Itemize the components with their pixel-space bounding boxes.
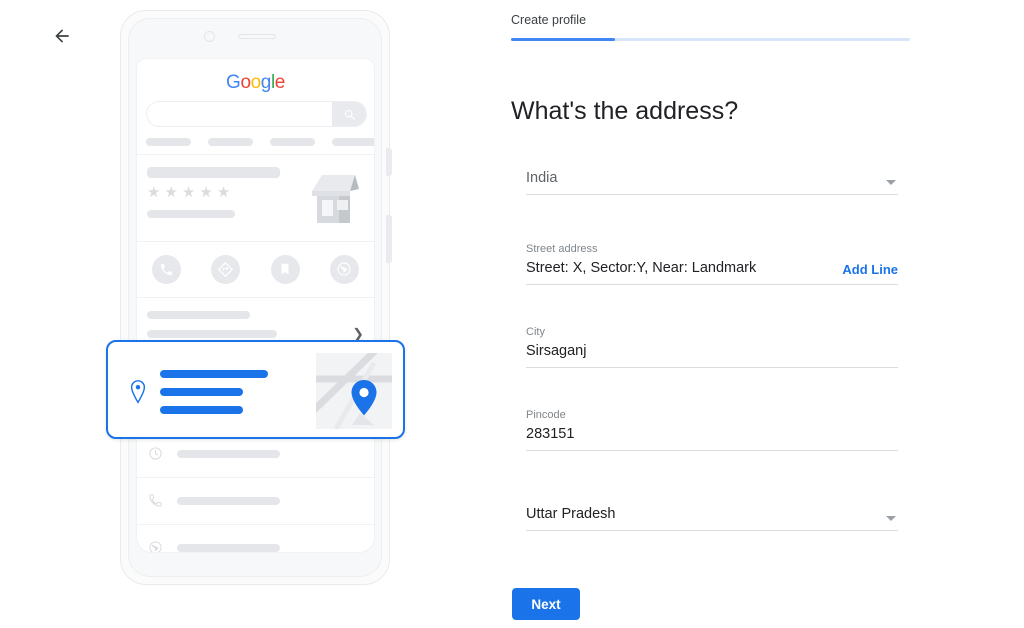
- website-action-button[interactable]: [329, 254, 359, 284]
- star-icon: ★: [181, 184, 196, 201]
- star-icon: ★: [199, 184, 213, 201]
- phone-side-button-volume: [386, 148, 392, 176]
- city-field[interactable]: City Sirsaganj: [526, 326, 898, 368]
- detail-line-placeholder: [147, 330, 277, 338]
- filter-chips: [146, 138, 374, 146]
- search-icon: [344, 109, 355, 120]
- website-icon: [337, 262, 351, 276]
- next-button[interactable]: Next: [512, 588, 580, 620]
- highlighted-address-card[interactable]: [106, 340, 405, 439]
- phone-screen: Google ★ ★ ★ ★ ★ ❯: [136, 58, 375, 553]
- directions-icon: [218, 261, 234, 277]
- star-icon: ★: [147, 184, 161, 201]
- rating-stars: ★ ★ ★ ★ ★: [147, 185, 230, 200]
- filter-chip[interactable]: [146, 138, 191, 146]
- logo-letter-o1: o: [240, 72, 251, 93]
- field-underline: [526, 367, 898, 368]
- location-pin-icon: [128, 380, 148, 409]
- pincode-field[interactable]: Pincode 283151: [526, 409, 898, 451]
- pincode-value[interactable]: 283151: [526, 426, 898, 450]
- phone-placeholder: [177, 497, 280, 505]
- address-line-bar: [160, 370, 268, 378]
- clock-icon: [148, 446, 163, 466]
- page-title: What's the address?: [511, 96, 739, 125]
- filter-chip[interactable]: [208, 138, 253, 146]
- business-name-placeholder: [147, 167, 280, 178]
- field-underline: [526, 284, 898, 285]
- storefront-illustration: [307, 167, 362, 230]
- add-line-button[interactable]: Add Line: [842, 262, 898, 277]
- progress-bar: [511, 38, 910, 41]
- phone-speaker: [238, 34, 276, 39]
- phone-row[interactable]: [137, 478, 374, 524]
- business-listing-card: ★ ★ ★ ★ ★: [137, 155, 374, 241]
- filter-chip[interactable]: [332, 138, 374, 146]
- phone-camera: [204, 31, 215, 42]
- address-card-lines: [160, 370, 268, 424]
- logo-letter-g1: G: [226, 72, 241, 93]
- star-icon: ★: [216, 184, 231, 201]
- save-action-button[interactable]: [270, 254, 300, 284]
- call-icon: [161, 263, 173, 275]
- address-line-bar: [160, 406, 243, 414]
- tab-create-profile[interactable]: Create profile: [511, 13, 586, 27]
- website-row[interactable]: [137, 525, 374, 552]
- listing-action-row: [137, 241, 374, 297]
- phone-illustration: Google ★ ★ ★ ★ ★ ❯: [0, 0, 500, 628]
- call-action-button[interactable]: [152, 254, 182, 284]
- create-profile-form: Create profile What's the address? India…: [500, 0, 1024, 628]
- city-value[interactable]: Sirsaganj: [526, 343, 898, 367]
- country-field[interactable]: India: [526, 170, 898, 195]
- pincode-label: Pincode: [526, 409, 566, 421]
- city-label: City: [526, 326, 545, 338]
- business-category-placeholder: [147, 210, 235, 218]
- address-line-bar: [160, 388, 243, 396]
- logo-letter-e: e: [274, 72, 286, 93]
- phone-icon: [148, 493, 163, 513]
- state-value[interactable]: Uttar Pradesh: [526, 506, 898, 530]
- country-value[interactable]: India: [526, 170, 898, 194]
- filter-chip[interactable]: [270, 138, 315, 146]
- field-underline: [526, 450, 898, 451]
- directions-action-button[interactable]: [211, 254, 241, 284]
- star-icon: ★: [164, 184, 178, 201]
- field-underline: [526, 194, 898, 195]
- street-address-field[interactable]: Street address Street: X, Sector:Y, Near…: [526, 243, 898, 285]
- search-bar[interactable]: [146, 101, 367, 127]
- bookmark-icon: [281, 263, 289, 275]
- state-field[interactable]: Uttar Pradesh: [526, 506, 898, 531]
- phone-side-button-power: [386, 215, 392, 263]
- chevron-down-icon[interactable]: [886, 180, 896, 185]
- google-logo: Google: [137, 72, 374, 94]
- search-button[interactable]: [332, 102, 366, 126]
- globe-icon: [148, 540, 163, 552]
- map-thumbnail[interactable]: [316, 353, 392, 429]
- chevron-down-icon[interactable]: [886, 516, 896, 521]
- logo-letter-o2: o: [250, 72, 262, 93]
- street-address-label: Street address: [526, 243, 598, 255]
- field-underline: [526, 530, 898, 531]
- logo-letter-g2: g: [260, 72, 272, 93]
- website-placeholder: [177, 544, 280, 552]
- hours-placeholder: [177, 450, 280, 458]
- detail-line-placeholder: [147, 311, 250, 319]
- progress-bar-fill: [511, 38, 615, 41]
